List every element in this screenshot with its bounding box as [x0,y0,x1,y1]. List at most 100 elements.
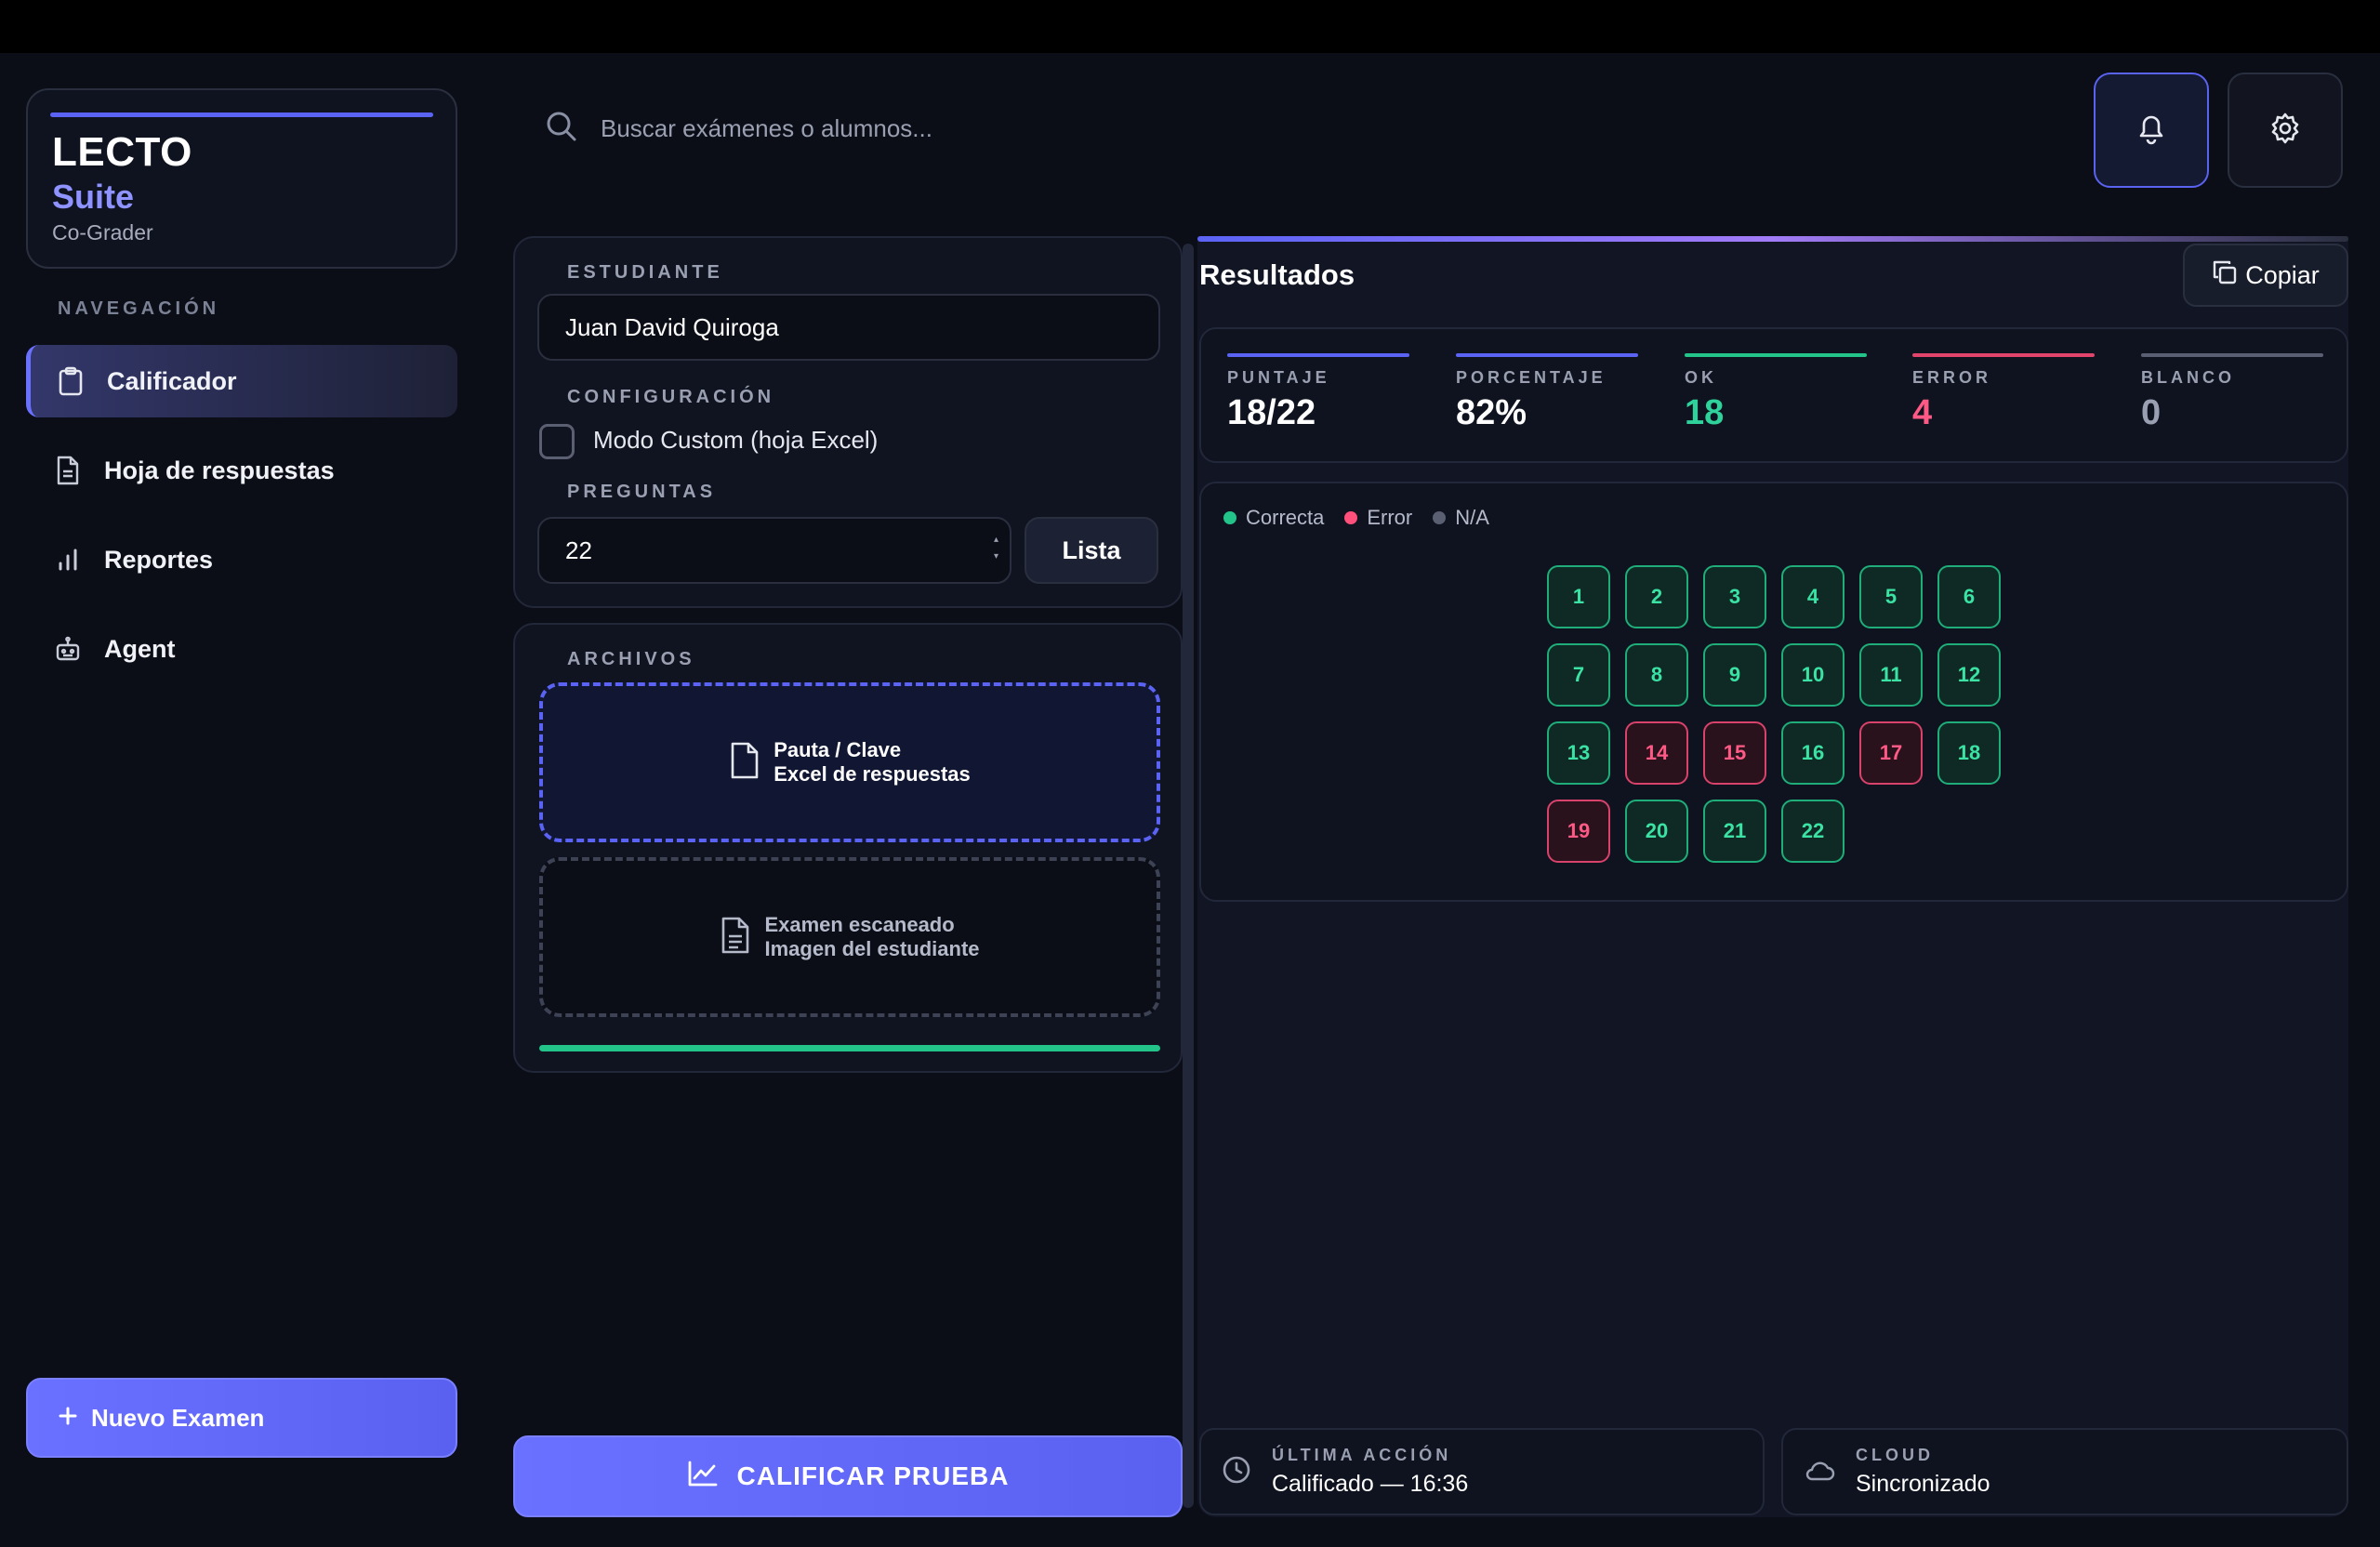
sidebar-item-hoja-de-respuestas[interactable]: Hoja de respuestas [26,434,457,507]
stat-value: 0 [2141,393,2162,432]
question-cell[interactable]: 9 [1703,643,1766,707]
question-cell[interactable]: 18 [1937,721,2001,785]
legend-label: Error [1367,506,1413,529]
sidebar-item-agent[interactable]: Agent [26,613,457,685]
brand-suite: Suite [52,178,135,216]
stat-percentage: PORCENTAJE 82% [1456,353,1638,433]
scanned-exam-subtitle: Imagen del estudiante [764,937,980,960]
question-cell[interactable]: 13 [1547,721,1610,785]
document-icon [720,917,751,959]
copy-label: Copiar [2245,260,2320,289]
stat-label: OK [1685,368,1717,387]
scanned-exam-title: Examen escaneado [764,913,955,936]
bell-icon [2135,112,2167,150]
cloud-label: CLOUD [1856,1446,1934,1464]
question-cell[interactable]: 20 [1625,800,1688,863]
question-cell[interactable]: 2 [1625,565,1688,628]
custom-mode-checkbox[interactable] [539,424,575,459]
question-cell[interactable]: 19 [1547,800,1610,863]
stat-value: 18 [1685,393,1725,432]
sidebar-item-label: Calificador [107,366,237,395]
question-cell[interactable]: 10 [1781,643,1844,707]
student-name-field[interactable]: Juan David Quiroga [537,294,1160,361]
list-button[interactable]: Lista [1025,517,1158,584]
stat-label: PORCENTAJE [1456,368,1606,387]
student-label: ESTUDIANTE [567,262,723,283]
question-grid: 1 2 3 4 5 6 7 8 9 10 11 12 13 14 15 16 17 18 19 20 21 22 [1547,565,2001,863]
question-cell[interactable]: 11 [1859,643,1923,707]
sidebar-item-label: Reportes [104,545,214,574]
brand-accent-bar [50,112,433,117]
upload-progress-fill [539,1045,1160,1051]
cloud-status-card: CLOUD Sincronizado [1781,1428,2348,1515]
file-icon [729,742,760,784]
bar-chart-icon [52,544,84,575]
legend-item-correct: Correcta [1223,506,1324,530]
legend-dot [1344,511,1358,524]
new-exam-label: Nuevo Examen [91,1403,265,1432]
stat-line [1685,353,1867,357]
question-cell[interactable]: 22 [1781,800,1844,863]
copy-button[interactable]: Copiar [2183,244,2348,307]
notifications-button[interactable] [2094,73,2209,188]
question-cell[interactable]: 16 [1781,721,1844,785]
nav-section-title: NAVEGACIÓN [58,298,220,319]
question-cell[interactable]: 3 [1703,565,1766,628]
last-action-card: ÚLTIMA ACCIÓN Calificado — 16:36 [1199,1428,1765,1515]
files-label: ARCHIVOS [567,649,695,669]
question-cell[interactable]: 4 [1781,565,1844,628]
line-chart-icon [687,1460,719,1494]
files-panel: ARCHIVOS Pauta / Clave Excel de respuest… [513,623,1183,1073]
answer-key-title: Pauta / Clave [774,738,902,761]
scanned-exam-dropzone[interactable]: Examen escaneado Imagen del estudiante [539,857,1160,1017]
question-cell[interactable]: 7 [1547,643,1610,707]
custom-mode-label: Modo Custom (hoja Excel) [593,426,879,454]
question-cell[interactable]: 5 [1859,565,1923,628]
robot-icon [52,633,84,665]
gear-icon [2268,112,2302,150]
new-exam-button[interactable]: Nuevo Examen [26,1378,457,1458]
question-cell[interactable]: 14 [1625,721,1688,785]
question-cell[interactable]: 8 [1625,643,1688,707]
brand-subtitle: Co-Grader [52,220,153,245]
sidebar-item-reportes[interactable]: Reportes [26,523,457,596]
student-config-panel: ESTUDIANTE Juan David Quiroga CONFIGURAC… [513,236,1183,608]
sidebar-item-calificador[interactable]: Calificador [26,345,457,417]
question-cell[interactable]: 1 [1547,565,1610,628]
results-title: Resultados [1199,258,1355,291]
scrollbar[interactable] [1183,244,1194,1508]
search-input[interactable]: Buscar exámenes o alumnos... [601,114,932,143]
legend-label: Correcta [1246,506,1325,529]
questions-value: 22 [565,536,592,564]
copy-icon [2212,259,2238,292]
answer-key-subtitle: Excel de respuestas [774,762,971,786]
question-cell[interactable]: 21 [1703,800,1766,863]
stepper-arrows-icon[interactable]: ▴ ▾ [994,532,998,565]
search-bar[interactable]: Buscar exámenes o alumnos... [545,110,932,148]
questions-stepper[interactable]: 22 ▴ ▾ [537,517,1012,584]
answers-legend: Correcta Error N/A [1223,506,1489,530]
stat-line [2141,353,2323,357]
clock-icon [1222,1455,1251,1489]
stat-label: PUNTAJE [1227,368,1330,387]
question-cell[interactable]: 17 [1859,721,1923,785]
question-cell[interactable]: 12 [1937,643,2001,707]
cloud-icon [1804,1458,1835,1487]
answer-key-dropzone[interactable]: Pauta / Clave Excel de respuestas [539,682,1160,842]
cloud-value: Sincronizado [1856,1471,1990,1497]
stat-line [1227,353,1409,357]
stat-label: ERROR [1912,368,1992,387]
stat-value: 4 [1912,393,1933,432]
legend-dot [1433,511,1447,524]
question-cell[interactable]: 15 [1703,721,1766,785]
legend-label: N/A [1455,506,1489,529]
question-cell[interactable]: 6 [1937,565,2001,628]
settings-button[interactable] [2228,73,2343,188]
stat-value: 82% [1456,393,1527,432]
config-label: CONFIGURACIÓN [567,387,775,407]
sidebar-item-label: Agent [104,634,176,663]
grade-exam-button[interactable]: CALIFICAR PRUEBA [513,1435,1183,1517]
legend-item-na: N/A [1433,506,1489,530]
stats-card: PUNTAJE 18/22 PORCENTAJE 82% OK 18 ERROR… [1199,327,2348,463]
brand-card: LECTO Suite Co-Grader [26,88,457,269]
